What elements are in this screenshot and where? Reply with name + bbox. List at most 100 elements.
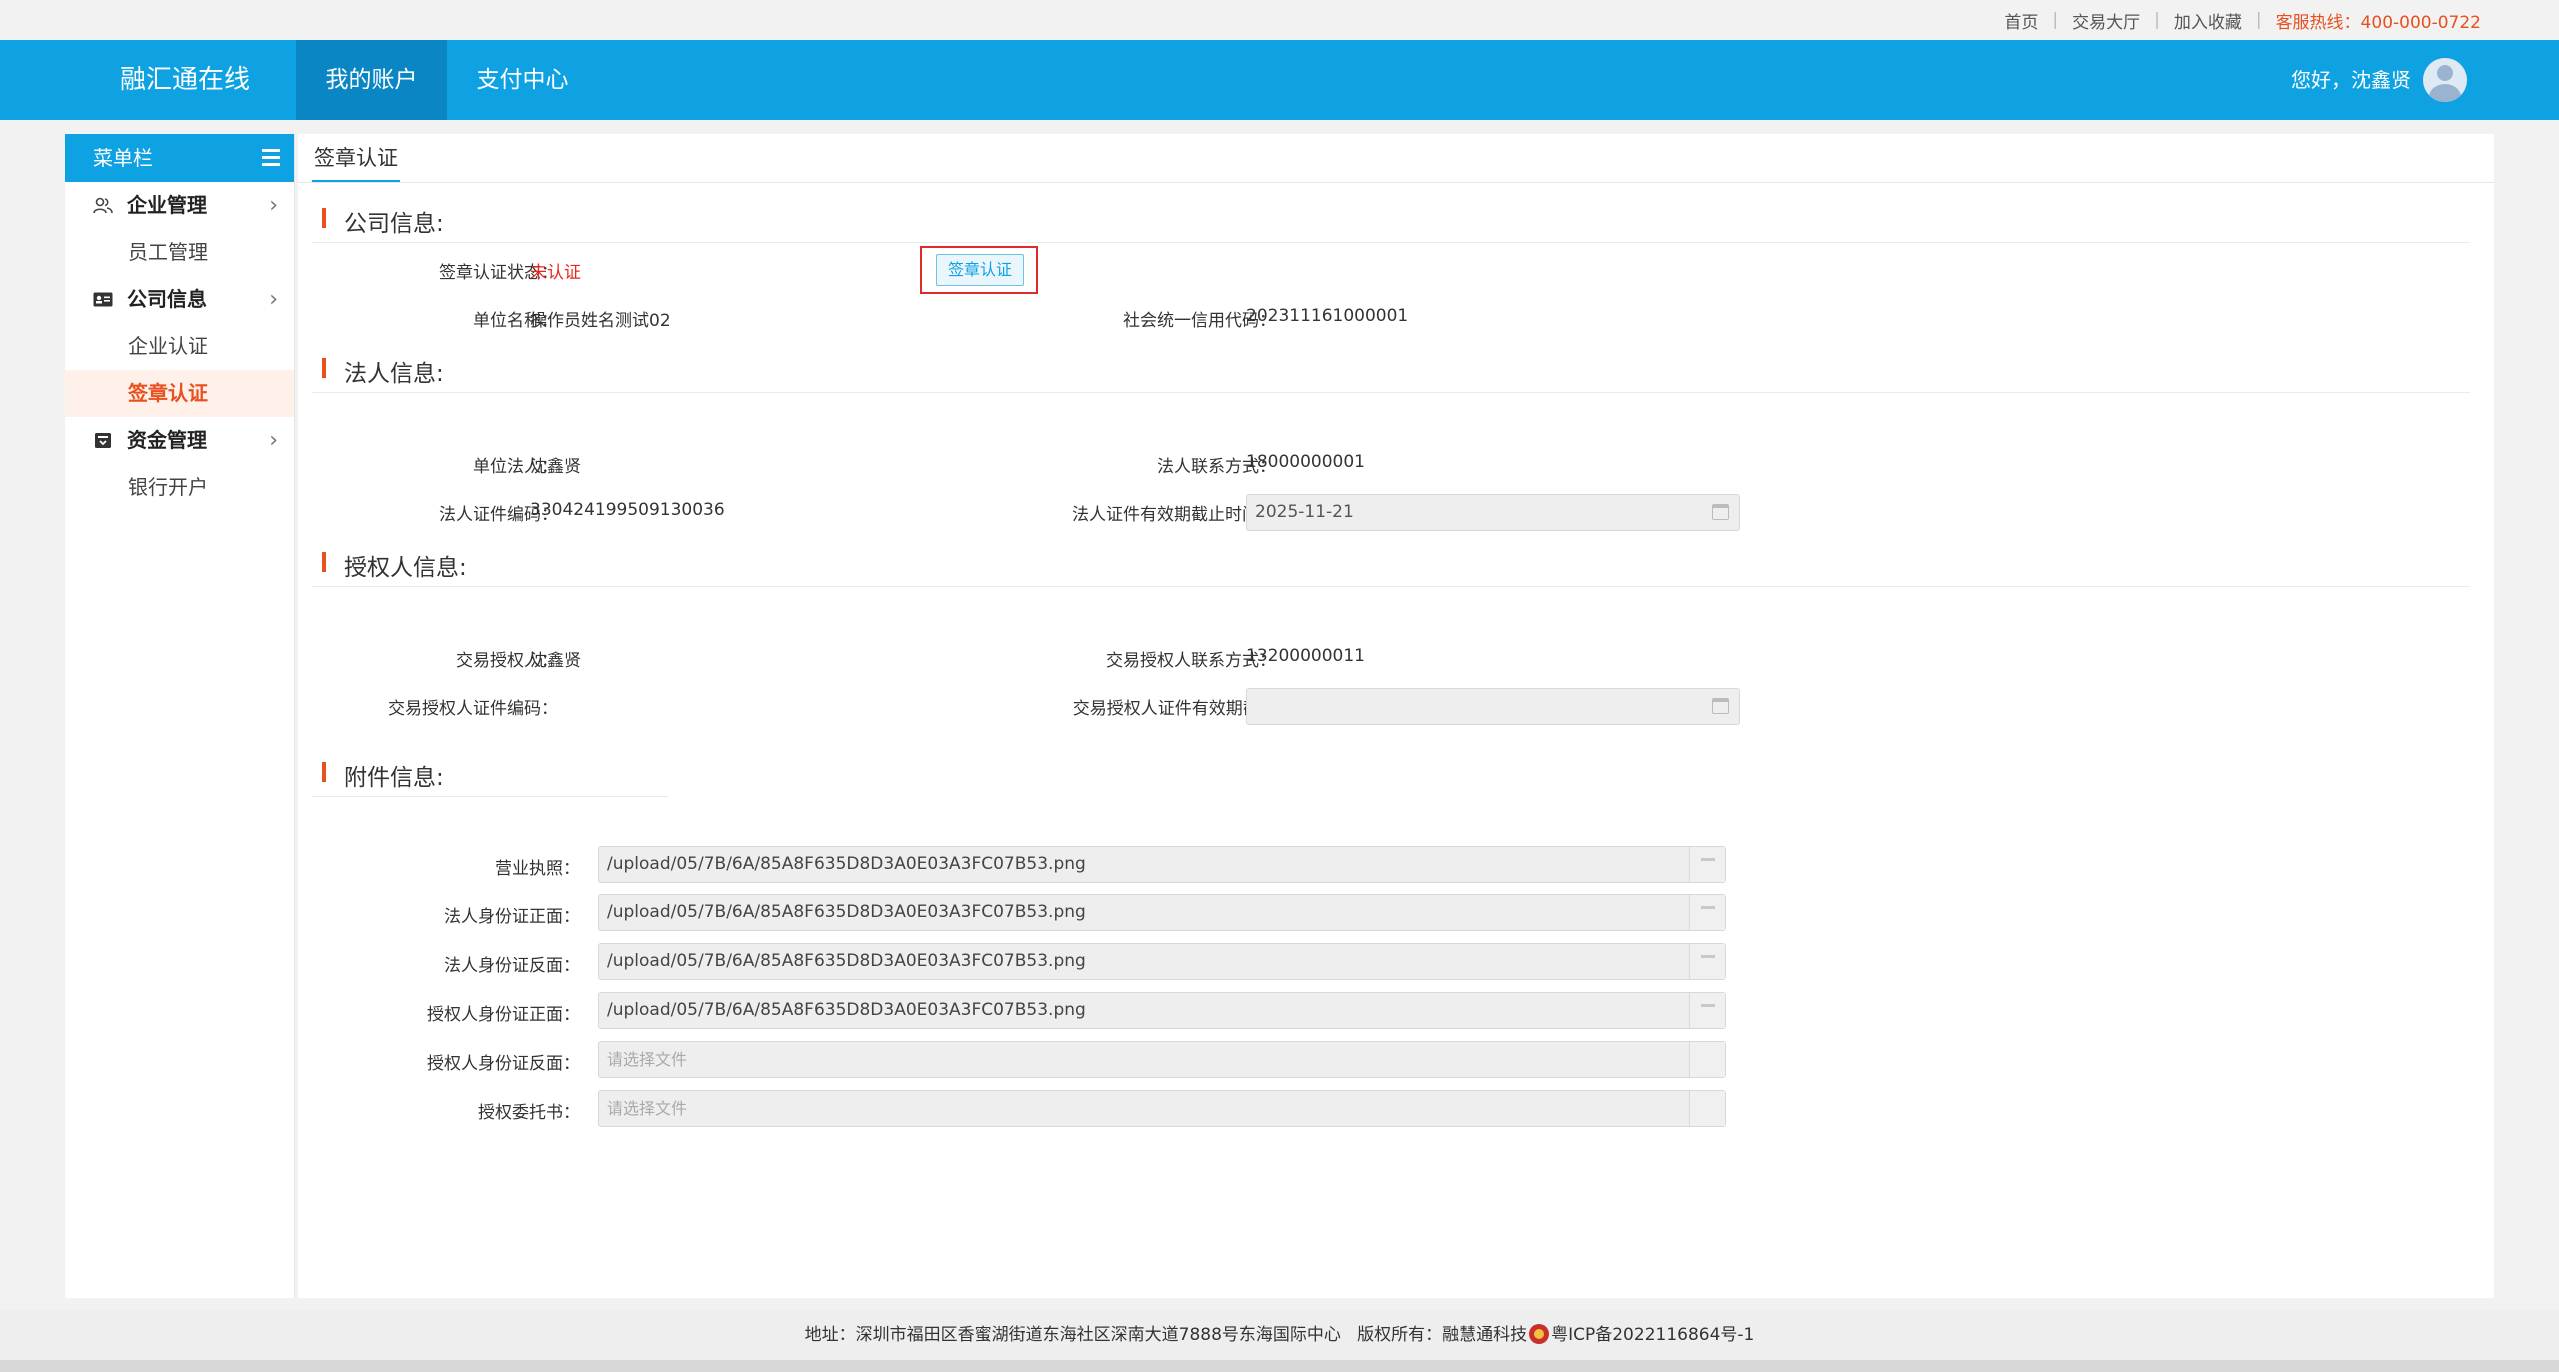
sidebar-item-bank-account[interactable]: 银行开户 [65,464,294,511]
auth-phone-value: 13200000011 [1246,646,1365,666]
sidebar-group-label: 资金管理 [127,428,207,452]
legal-expiry-date-value: 2025-11-21 [1255,502,1354,522]
minus-icon [1701,906,1715,909]
sidebar: 菜单栏 企业管理 › 员工管理 公司信息 › 企业认证 签章认证 资金管理 › … [65,134,295,1298]
attachment-path: /upload/05/7B/6A/85A8F635D8D3A0E03A3FC07… [607,1000,1086,1020]
legal-person-label: 单位法人： [473,457,558,477]
avatar-head [2437,65,2453,81]
tab-seal-cert[interactable]: 签章认证 [312,134,400,182]
attachment-path: /upload/05/7B/6A/85A8F635D8D3A0E03A3FC07… [607,902,1086,922]
attachment-field-license[interactable]: /upload/05/7B/6A/85A8F635D8D3A0E03A3FC07… [598,846,1726,883]
attachment-field-legal-id-front[interactable]: /upload/05/7B/6A/85A8F635D8D3A0E03A3FC07… [598,894,1726,931]
sign-status-label: 签章认证状态： [439,263,558,283]
nav-tab-my-account[interactable]: 我的账户 [296,40,447,120]
main-header: 融汇通在线 我的账户 支付中心 您好，沈鑫贤 [0,40,2559,120]
auth-person-label: 交易授权人： [456,651,558,671]
trading-hall-link[interactable]: 交易大厅 [2058,8,2154,33]
auth-id-label: 交易授权人证件编码： [388,699,558,719]
sidebar-item-staff[interactable]: 员工管理 [65,229,294,276]
id-card-icon [93,292,113,307]
sign-status-value: 未认证 [530,263,581,283]
legal-expiry-label: 法人证件有效期截止时间： [1072,505,1276,525]
sign-cert-button[interactable]: 签章认证 [936,254,1024,286]
attachment-label-auth-id-back: 授权人身份证反面： [427,1054,580,1074]
file-action-button[interactable] [1689,944,1725,979]
file-action-button[interactable] [1689,1042,1725,1077]
attachment-field-auth-id-front[interactable]: /upload/05/7B/6A/85A8F635D8D3A0E03A3FC07… [598,992,1726,1029]
menu-toggle-icon[interactable] [262,149,280,167]
attachment-field-auth-id-back[interactable]: 请选择文件 [598,1041,1726,1078]
sidebar-group-company[interactable]: 公司信息 › [65,276,294,323]
file-action-button[interactable] [1689,993,1725,1028]
sidebar-group-label: 公司信息 [127,287,207,311]
attachment-placeholder: 请选择文件 [607,1050,688,1069]
attachment-field-power-of-attorney[interactable]: 请选择文件 [598,1090,1726,1127]
attachment-label-legal-id-back: 法人身份证反面： [444,956,580,976]
minus-icon [1701,1004,1715,1007]
avatar-body [2429,84,2461,102]
calendar-icon[interactable] [1712,504,1729,520]
footer-address: 地址：深圳市福田区香蜜湖街道东海社区深南大道7888号东海国际中心 [804,1325,1341,1345]
attachment-label-power-of-attorney: 授权委托书： [478,1103,580,1123]
chevron-right-icon: › [269,287,278,312]
legal-id-label: 法人证件编码： [439,505,558,525]
sidebar-item-enterprise-cert[interactable]: 企业认证 [65,323,294,370]
chevron-right-icon: › [269,428,278,453]
attachment-placeholder: 请选择文件 [607,1099,688,1118]
section-divider [312,392,2470,393]
home-link[interactable]: 首页 [1990,8,2052,33]
avatar[interactable] [2423,58,2467,102]
file-action-button[interactable] [1689,1091,1725,1126]
auth-expiry-date-field[interactable] [1246,688,1740,725]
auth-expiry-label: 交易授权人证件有效期截... [1072,699,1276,719]
attachment-path: /upload/05/7B/6A/85A8F635D8D3A0E03A3FC07… [607,854,1086,874]
credit-code-value: 202311161000001 [1246,306,1409,326]
hotline-text: 客服热线：400-000-0722 [2275,12,2481,33]
tab-underline [298,182,2494,183]
legal-phone-value: 18000000001 [1246,452,1365,472]
file-action-button[interactable] [1689,895,1725,930]
auth-person-value: 沈鑫贤 [530,651,581,671]
footer-icp[interactable]: 粤ICP备2022116864号-1 [1551,1325,1754,1345]
minus-icon [1701,858,1715,861]
unit-name-value: 操作员姓名测试02 [530,311,671,331]
nav-tab-payment-center[interactable]: 支付中心 [447,40,598,120]
legal-id-value: 330424199509130036 [530,500,725,520]
add-favorite-link[interactable]: 加入收藏 [2160,8,2256,33]
calendar-icon[interactable] [1712,698,1729,714]
users-icon [93,197,113,214]
attachment-label-legal-id-front: 法人身份证正面： [444,907,580,927]
chevron-right-icon: › [269,193,278,218]
attachment-label-license: 营业执照： [495,859,580,879]
section-title-legal: 法人信息: [322,354,444,388]
unit-name-label: 单位名称： [473,311,558,331]
sidebar-group-enterprise[interactable]: 企业管理 › [65,182,294,229]
sidebar-item-seal-cert[interactable]: 签章认证 [65,370,294,417]
top-utility-bar: 首页 | 交易大厅 | 加入收藏 | 客服热线：400-000-0722 [0,0,2559,40]
attachment-field-legal-id-back[interactable]: /upload/05/7B/6A/85A8F635D8D3A0E03A3FC07… [598,943,1726,980]
legal-phone-label: 法人联系方式： [1157,457,1276,477]
legal-expiry-date-field[interactable]: 2025-11-21 [1246,494,1740,531]
section-divider [312,796,668,797]
sidebar-group-label: 企业管理 [127,193,207,217]
attachment-path: /upload/05/7B/6A/85A8F635D8D3A0E03A3FC07… [607,951,1086,971]
section-title-authorized: 授权人信息: [322,548,467,582]
file-action-button[interactable] [1689,847,1725,882]
top-links: 首页 | 交易大厅 | 加入收藏 | 客服热线：400-000-0722 [1990,0,2481,40]
police-badge-icon [1529,1324,1550,1344]
footer-copyright: 版权所有：融慧通科技 [1357,1325,1528,1345]
sidebar-title: 菜单栏 [93,146,153,170]
attachment-label-auth-id-front: 授权人身份证正面： [427,1005,580,1025]
sidebar-header: 菜单栏 [65,134,294,182]
section-divider [312,586,2470,587]
legal-person-value: 沈鑫贤 [530,457,581,477]
bottom-strip [0,1360,2559,1372]
auth-phone-label: 交易授权人联系方式： [1106,651,1276,671]
wallet-icon [95,433,111,448]
site-logo[interactable]: 融汇通在线 [120,40,250,120]
footer: 地址：深圳市福田区香蜜湖街道东海社区深南大道7888号东海国际中心 版权所有：融… [0,1310,2559,1360]
sidebar-group-funds[interactable]: 资金管理 › [65,417,294,464]
main-content: 签章认证 公司信息: 签章认证状态： 未认证 签章认证 单位名称： 操作员姓名测… [298,134,2494,1298]
section-divider [312,242,2470,243]
section-title-attachments: 附件信息: [322,758,444,792]
